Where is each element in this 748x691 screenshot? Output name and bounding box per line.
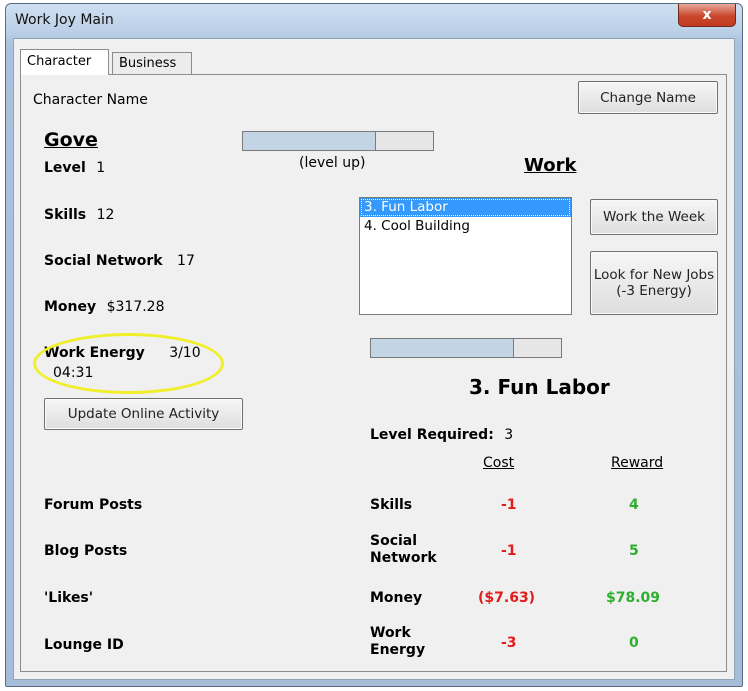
change-name-button[interactable]: Change Name xyxy=(578,81,718,114)
update-online-activity-button[interactable]: Update Online Activity xyxy=(44,398,243,430)
blog-posts-label: Blog Posts xyxy=(44,543,128,559)
level-required-row: Level Required: 3 xyxy=(370,427,513,443)
skills-label: Skills xyxy=(44,207,87,223)
level-row: Level 1 xyxy=(44,160,105,176)
close-button[interactable]: x xyxy=(678,4,736,27)
cost-row-social-label: Social Network xyxy=(370,533,437,567)
work-energy-row: Work Energy 3/10 xyxy=(44,345,201,361)
money-value: $317.28 xyxy=(106,299,165,315)
cost-row-energy-reward: 0 xyxy=(629,635,639,651)
lounge-id-label: Lounge ID xyxy=(44,637,124,653)
level-progress-fill xyxy=(243,132,376,150)
job-progress-fill xyxy=(371,339,514,357)
cost-row-money-reward: $78.09 xyxy=(606,590,661,606)
cost-row-energy-label: Work Energy xyxy=(370,625,425,659)
level-progress-bar xyxy=(242,131,434,151)
window-title: Work Joy Main xyxy=(15,12,114,28)
cost-row-social-cost: -1 xyxy=(501,543,517,559)
selected-job-title: 3. Fun Labor xyxy=(469,375,610,399)
level-label: Level xyxy=(44,160,86,176)
level-value: 1 xyxy=(96,160,106,176)
social-network-label: Social Network xyxy=(44,253,163,269)
client-area: Character Business Character Name Gove L… xyxy=(13,38,735,680)
cost-header: Cost xyxy=(483,455,515,471)
cost-row-skills-cost: -1 xyxy=(501,497,517,513)
money-row: Money $317.28 xyxy=(44,299,165,315)
work-energy-value: 3/10 xyxy=(169,345,201,361)
close-icon: x xyxy=(702,7,712,23)
cost-row-money-label: Money xyxy=(370,590,423,606)
cost-row-skills-reward: 4 xyxy=(629,497,639,513)
social-network-value: 17 xyxy=(177,253,195,269)
work-heading: Work xyxy=(524,155,577,176)
cost-row-skills-label: Skills xyxy=(370,497,413,513)
level-up-text: (level up) xyxy=(299,155,366,171)
cost-row-energy-cost: -3 xyxy=(501,635,517,651)
character-name: Gove xyxy=(44,129,98,151)
reward-header: Reward xyxy=(611,455,664,471)
character-name-label: Character Name xyxy=(33,92,148,108)
energy-timer: 04:31 xyxy=(53,365,94,381)
skills-value: 12 xyxy=(96,207,115,223)
look-for-new-jobs-line2: (-3 Energy) xyxy=(616,283,692,299)
work-energy-label: Work Energy xyxy=(44,345,145,361)
cost-row-social-reward: 5 xyxy=(629,543,639,559)
cost-row-social-label-line1: Social xyxy=(370,533,418,549)
character-panel: Character Name Gove Level 1 Skills 12 So… xyxy=(20,74,727,672)
level-required-value: 3 xyxy=(504,427,514,443)
level-required-label: Level Required: xyxy=(370,427,494,443)
job-list-item-cool-building[interactable]: 4. Cool Building xyxy=(360,217,571,236)
cost-row-money-cost: ($7.63) xyxy=(478,590,536,606)
job-progress-bar xyxy=(370,338,562,358)
work-the-week-button[interactable]: Work the Week xyxy=(590,199,718,235)
cost-row-energy-label-line2: Energy xyxy=(370,642,426,658)
job-list[interactable]: 3. Fun Labor 4. Cool Building xyxy=(359,197,572,315)
social-network-row: Social Network 17 xyxy=(44,253,195,269)
likes-label: 'Likes' xyxy=(44,590,94,606)
title-bar[interactable]: Work Joy Main x xyxy=(6,4,742,37)
tab-character[interactable]: Character xyxy=(20,49,109,75)
job-list-item-fun-labor[interactable]: 3. Fun Labor xyxy=(360,198,571,217)
cost-row-social-label-line2: Network xyxy=(370,550,437,566)
main-window: Work Joy Main x Character Business Chara… xyxy=(5,3,743,687)
look-for-new-jobs-line1: Look for New Jobs xyxy=(593,267,715,283)
look-for-new-jobs-button[interactable]: Look for New Jobs (-3 Energy) xyxy=(590,251,718,315)
money-label: Money xyxy=(44,299,97,315)
forum-posts-label: Forum Posts xyxy=(44,497,143,513)
tab-business[interactable]: Business xyxy=(112,52,192,74)
skills-row: Skills 12 xyxy=(44,207,114,223)
cost-row-energy-label-line1: Work xyxy=(370,625,411,641)
energy-highlight-circle xyxy=(33,333,224,394)
